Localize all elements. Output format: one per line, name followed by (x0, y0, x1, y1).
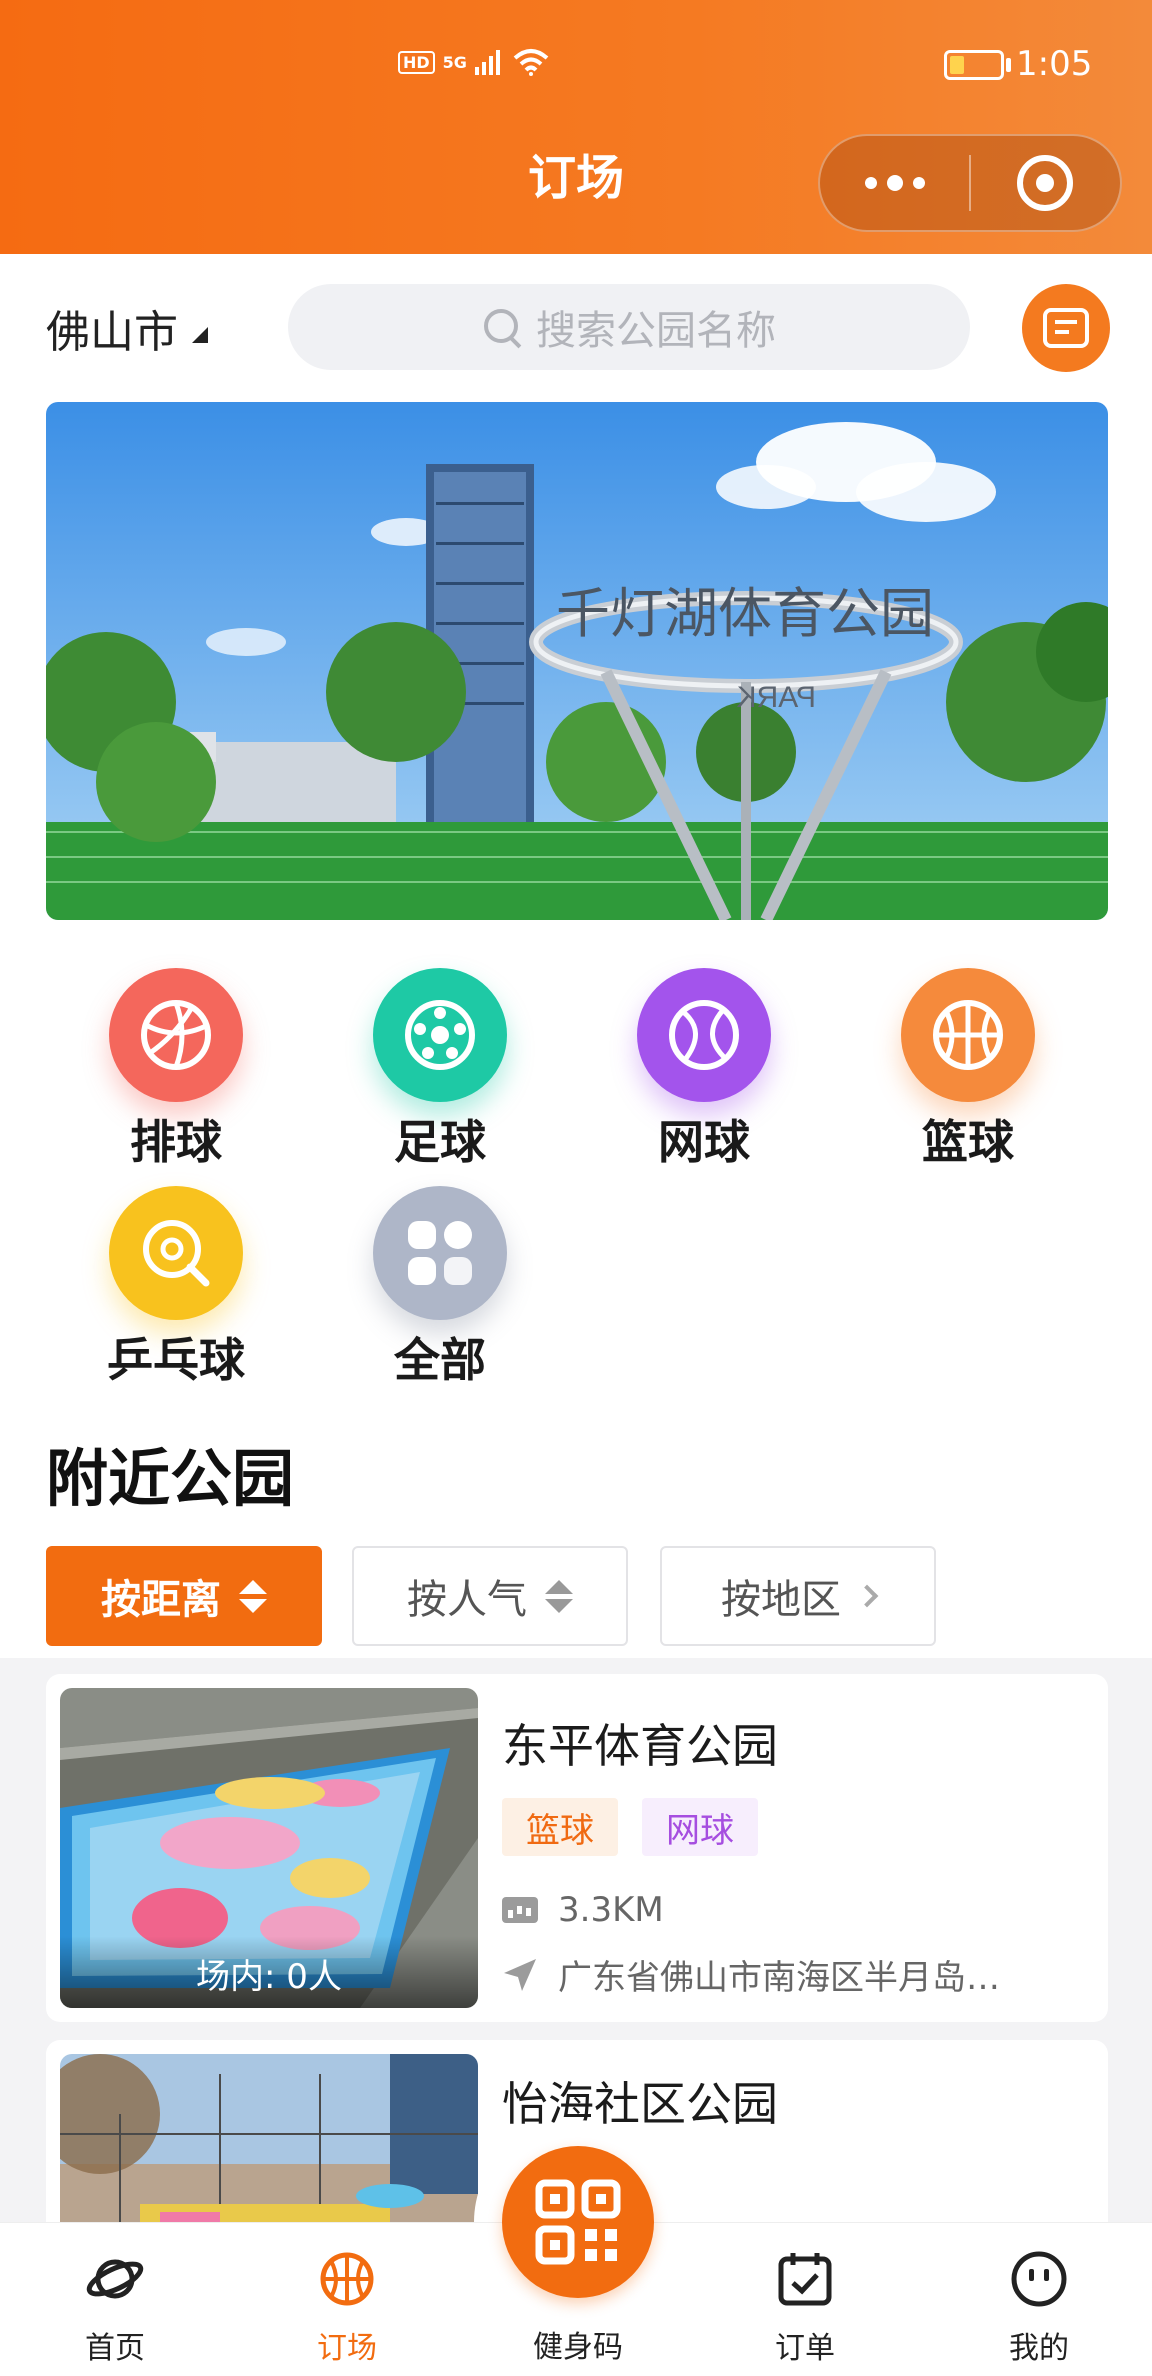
category-volleyball[interactable]: 排球 (76, 968, 276, 1172)
park-card[interactable]: 场内: 0人 东平体育公园 篮球 网球 3.3KM 广东省佛山市南海区半月岛… (46, 1674, 1108, 2022)
dot-icon (886, 175, 903, 191)
search-placeholder: 搜索公园名称 (536, 308, 776, 354)
status-icons: HD 5G (398, 48, 549, 76)
miniprogram-capsule (818, 134, 1122, 232)
status-time: 1:05 (1016, 44, 1093, 84)
grid-all-icon (373, 1186, 507, 1320)
park-thumbnail: 场内: 0人 (60, 1688, 478, 2008)
messages-button[interactable] (1022, 284, 1110, 372)
tab-home[interactable]: 首页 (40, 2249, 190, 2367)
calendar-check-icon (778, 2253, 832, 2306)
qr-code-icon (535, 2179, 621, 2265)
basketball-icon (320, 2252, 374, 2306)
filter-by-region-button[interactable]: 按地区 (660, 1546, 936, 1646)
distance-value: 3.3KM (558, 1890, 664, 1930)
city-label: 佛山市 (46, 307, 178, 358)
category-all[interactable]: 全部 (340, 1186, 540, 1390)
banner-sign-text: 千灯湖体育公园 (556, 584, 934, 644)
park-photo: 千灯湖体育公园 PARK (46, 402, 1108, 920)
park-address: 广东省佛山市南海区半月岛… (502, 1950, 1000, 1999)
category-label: 篮球 (922, 1115, 1014, 1169)
search-input[interactable]: 搜索公园名称 (288, 284, 970, 370)
tab-label-fitness-code: 健身码 (533, 2330, 623, 2365)
tab-label: 首页 (85, 2331, 145, 2366)
signal-5g-label: 5G (442, 52, 467, 72)
fitness-code-button[interactable] (502, 2146, 654, 2298)
volleyball-icon (109, 968, 243, 1102)
park-name: 东平体育公园 (502, 1719, 778, 1773)
message-icon (1043, 308, 1089, 348)
category-soccer[interactable]: 足球 (340, 968, 540, 1172)
location-arrow-icon (504, 1958, 536, 1991)
caret-down-icon (192, 327, 208, 343)
category-tennis[interactable]: 网球 (604, 968, 804, 1172)
park-distance: 3.3KM (502, 1890, 664, 1930)
basketball-icon (901, 968, 1035, 1102)
tennis-ball-icon (637, 968, 771, 1102)
category-label: 全部 (394, 1333, 486, 1387)
sort-arrows-icon (239, 1579, 267, 1613)
ping-pong-icon (109, 1186, 243, 1320)
tag-tennis: 网球 (642, 1798, 758, 1856)
promo-banner[interactable]: 千灯湖体育公园 PARK (46, 402, 1108, 920)
sort-by-popularity-button[interactable]: 按人气 (352, 1546, 628, 1646)
hd-badge: HD (398, 50, 435, 74)
sort-by-distance-button[interactable]: 按距离 (46, 1546, 322, 1646)
chevron-right-icon (855, 1584, 879, 1608)
battery-icon (944, 50, 1004, 80)
occupancy-label: 场内: 0人 (60, 1936, 478, 2008)
city-selector[interactable]: 佛山市 (46, 296, 208, 360)
search-icon (482, 307, 522, 347)
category-ping-pong[interactable]: 乒乓球 (76, 1186, 276, 1390)
planet-icon (86, 2259, 144, 2299)
dot-icon (912, 177, 925, 189)
tab-label: 订场 (317, 2331, 377, 2366)
park-thumbnail (60, 2054, 478, 2222)
close-miniprogram-button[interactable] (971, 134, 1120, 232)
address-value: 广东省佛山市南海区半月岛… (558, 1958, 1000, 1998)
category-label: 足球 (394, 1115, 486, 1169)
soccer-ball-icon (373, 968, 507, 1102)
tab-label: 我的 (1009, 2331, 1069, 2366)
tab-orders[interactable]: 订单 (730, 2249, 880, 2367)
tab-label: 订单 (775, 2331, 835, 2366)
category-label: 排球 (130, 1115, 222, 1169)
category-label: 网球 (658, 1115, 750, 1169)
category-label: 乒乓球 (107, 1333, 245, 1387)
sort-popularity-label: 按人气 (407, 1577, 527, 1623)
sort-region-label: 按地区 (721, 1577, 841, 1623)
tab-booking[interactable]: 订场 (272, 2249, 422, 2367)
wifi-icon (513, 49, 549, 76)
tag-basketball: 篮球 (502, 1798, 618, 1856)
category-basketball[interactable]: 篮球 (868, 968, 1068, 1172)
signal-bars-icon (474, 50, 500, 75)
tab-mine[interactable]: 我的 (964, 2249, 1114, 2367)
nearby-parks-title: 附近公园 (46, 1442, 295, 1515)
sort-arrows-icon (545, 1579, 573, 1613)
top-bar: HD 5G 1:05 订场 (0, 0, 1152, 254)
sort-distance-label: 按距离 (101, 1577, 221, 1623)
battery-tip (1006, 58, 1011, 72)
distance-icon (502, 1897, 538, 1923)
banner-sign-back-text: PARK (737, 681, 816, 714)
smiley-face-icon (1011, 2251, 1067, 2307)
dot-icon (864, 177, 877, 189)
target-icon (1017, 155, 1074, 211)
more-menu-button[interactable] (820, 134, 969, 232)
